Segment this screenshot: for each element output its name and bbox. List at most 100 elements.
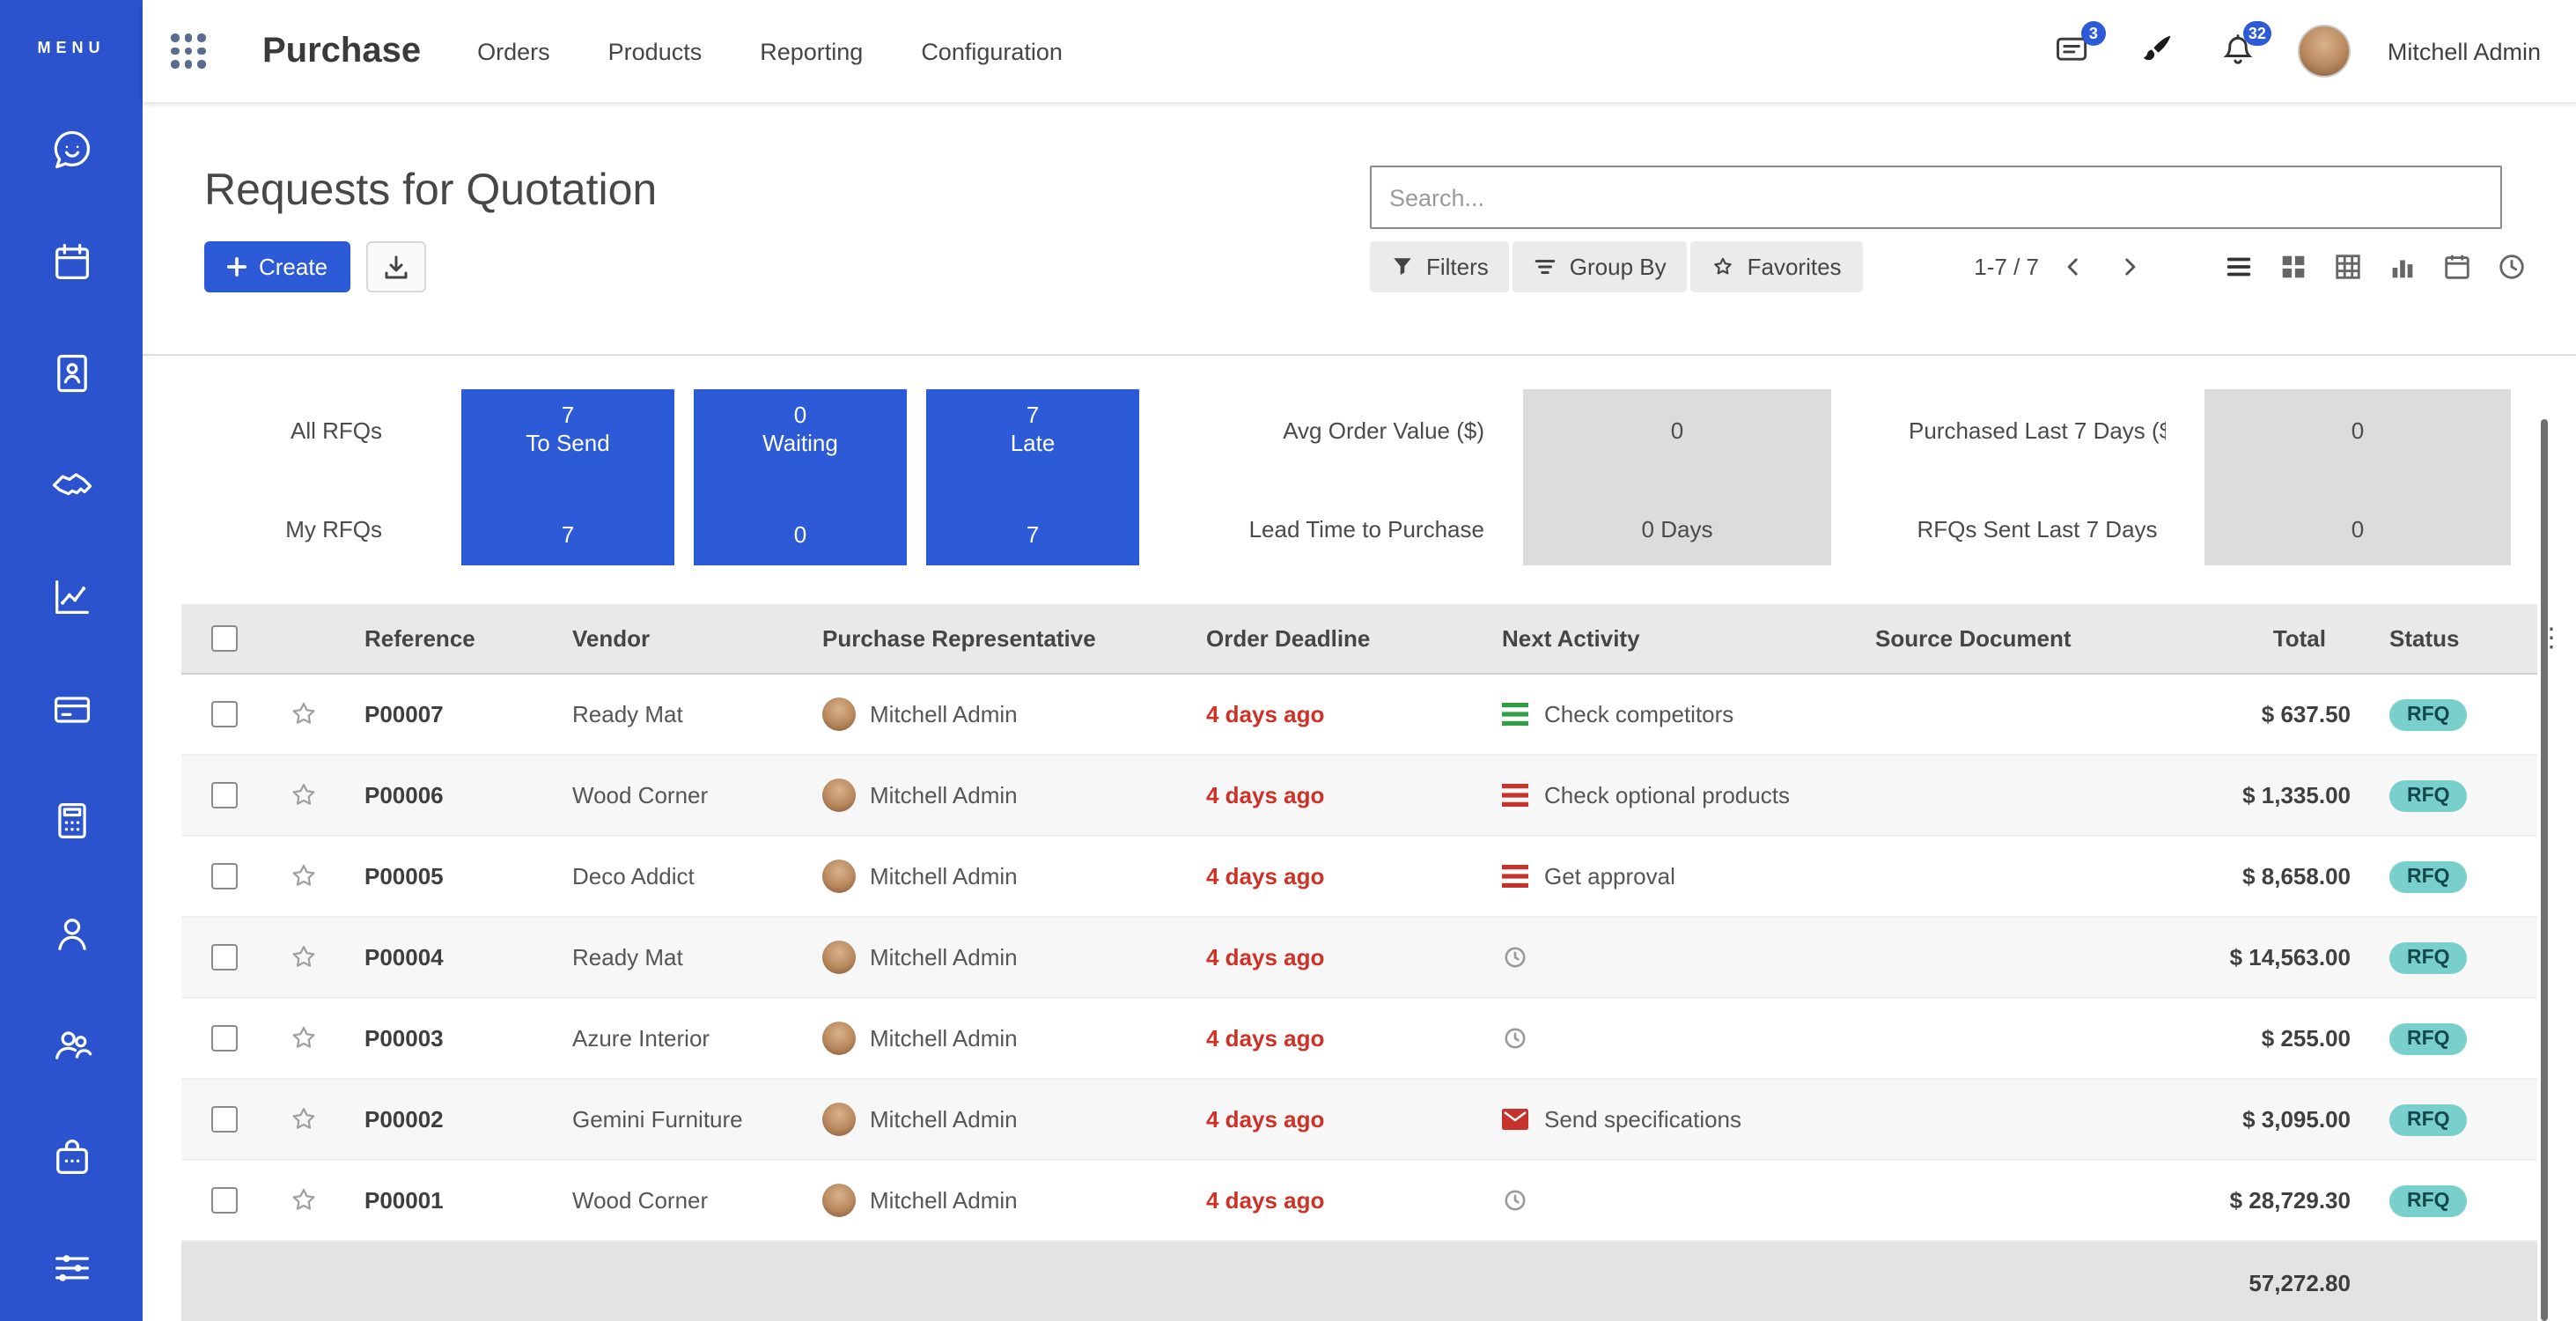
calendar-view-icon[interactable] <box>2430 241 2484 292</box>
table-row[interactable]: P00007 Ready Mat Mitchell Admin 4 days a… <box>181 675 2537 756</box>
rfq-reference: P00003 <box>340 1025 548 1052</box>
order-deadline: 4 days ago <box>1181 1187 1477 1214</box>
activity-label: Get approval <box>1544 863 1675 889</box>
scrollbar-thumb[interactable] <box>2541 419 2548 1321</box>
next-activity-cell[interactable]: Check competitors <box>1477 701 1851 727</box>
messages-icon[interactable]: 3 <box>2050 28 2095 74</box>
star-icon <box>1712 255 1735 278</box>
purchase-bag-icon[interactable] <box>48 1133 94 1179</box>
user-avatar[interactable] <box>2298 25 2351 77</box>
row-checkbox[interactable] <box>210 944 237 970</box>
row-checkbox[interactable] <box>210 1187 237 1214</box>
handshake-icon[interactable] <box>48 462 94 508</box>
team-icon[interactable] <box>48 1022 94 1067</box>
table-footer-row: 57,272.80 <box>181 1242 2537 1321</box>
nav-orders[interactable]: Orders <box>477 38 550 64</box>
user-icon[interactable] <box>48 910 94 956</box>
pager-next-button[interactable] <box>2106 244 2152 290</box>
next-activity-cell[interactable]: Get approval <box>1477 863 1851 889</box>
next-activity-cell[interactable] <box>1477 1027 1851 1050</box>
favorite-star-icon[interactable] <box>288 1104 318 1134</box>
pivot-view-icon[interactable] <box>2321 241 2375 292</box>
total-amount: $ 28,729.30 <box>2171 1187 2365 1214</box>
metric-labels-2: Purchased Last 7 Days ($) RFQs Sent Last… <box>1884 389 2166 565</box>
header-reference[interactable]: Reference <box>340 625 548 652</box>
row-checkbox[interactable] <box>210 782 237 808</box>
next-activity-cell[interactable]: Send specifications <box>1477 1106 1851 1133</box>
create-button[interactable]: Create <box>204 241 350 292</box>
tile-to-send[interactable]: 7To Send 7 <box>461 389 674 565</box>
header-vendor[interactable]: Vendor <box>548 625 798 652</box>
waiting-my-count: 0 <box>694 521 907 548</box>
select-all-checkbox[interactable] <box>210 625 237 652</box>
table-row[interactable]: P00006 Wood Corner Mitchell Admin 4 days… <box>181 756 2537 837</box>
kanban-view-icon[interactable] <box>2266 241 2321 292</box>
row-checkbox[interactable] <box>210 1025 237 1052</box>
header-status[interactable]: Status <box>2365 625 2537 652</box>
header-total[interactable]: Total <box>2171 625 2365 652</box>
table-row[interactable]: P00001 Wood Corner Mitchell Admin 4 days… <box>181 1161 2537 1242</box>
graph-view-icon[interactable] <box>2375 241 2430 292</box>
favorite-star-icon[interactable] <box>288 699 318 729</box>
calculator-icon[interactable] <box>48 798 94 844</box>
header-order-deadline[interactable]: Order Deadline <box>1181 625 1477 652</box>
clock-activity-icon <box>1502 1189 1528 1212</box>
status-badge: RFQ <box>2389 1022 2468 1054</box>
activity-view-icon[interactable] <box>2484 241 2539 292</box>
status-badge: RFQ <box>2389 1184 2468 1216</box>
rep-name: Mitchell Admin <box>870 1106 1018 1133</box>
next-activity-cell[interactable] <box>1477 1189 1851 1212</box>
user-name[interactable]: Mitchell Admin <box>2388 38 2541 64</box>
nav-configuration[interactable]: Configuration <box>921 38 1063 64</box>
order-deadline: 4 days ago <box>1181 944 1477 970</box>
favorite-star-icon[interactable] <box>288 780 318 810</box>
next-activity-cell[interactable] <box>1477 946 1851 969</box>
group-by-button[interactable]: Group By <box>1513 241 1688 292</box>
table-row[interactable]: P00002 Gemini Furniture Mitchell Admin 4… <box>181 1080 2537 1161</box>
purchased-last-7-days-value: 0 <box>2204 417 2511 444</box>
tile-waiting[interactable]: 0Waiting 0 <box>694 389 907 565</box>
favorite-star-icon[interactable] <box>288 861 318 891</box>
total-amount: $ 8,658.00 <box>2171 863 2365 889</box>
discuss-chat-icon[interactable] <box>48 127 94 173</box>
settings-sliders-icon[interactable] <box>48 1245 94 1291</box>
tasks-list-icon <box>1502 784 1528 807</box>
my-rfqs-filter[interactable]: My RFQs <box>178 516 382 542</box>
favorite-star-icon[interactable] <box>288 1023 318 1053</box>
filters-button[interactable]: Filters <box>1370 241 1510 292</box>
favorite-star-icon[interactable] <box>288 942 318 972</box>
search-input[interactable] <box>1370 166 2502 229</box>
rfqs-sent-last-7-days-label: RFQs Sent Last 7 Days <box>1909 516 2166 542</box>
header-purchase-representative[interactable]: Purchase Representative <box>798 625 1181 652</box>
header-next-activity[interactable]: Next Activity <box>1477 625 1851 652</box>
calendar-icon[interactable] <box>48 239 94 284</box>
purchase-representative-cell: Mitchell Admin <box>798 697 1181 731</box>
next-activity-cell[interactable]: Check optional products <box>1477 782 1851 808</box>
status-cell: RFQ <box>2365 698 2537 730</box>
waiting-caption: Waiting <box>694 428 907 458</box>
contacts-card-icon[interactable] <box>48 351 94 396</box>
pager-previous-button[interactable] <box>2050 244 2095 290</box>
theme-brush-icon[interactable] <box>2132 28 2178 74</box>
nav-products[interactable]: Products <box>608 38 703 64</box>
metric-tile-1: 0 0 Days <box>1523 389 1831 565</box>
credit-card-icon[interactable] <box>48 686 94 732</box>
apps-grid-icon[interactable] <box>167 30 210 72</box>
table-row[interactable]: P00004 Ready Mat Mitchell Admin 4 days a… <box>181 918 2537 999</box>
total-amount: $ 255.00 <box>2171 1025 2365 1052</box>
export-button[interactable] <box>366 241 426 292</box>
row-checkbox[interactable] <box>210 863 237 889</box>
table-row[interactable]: P00003 Azure Interior Mitchell Admin 4 d… <box>181 999 2537 1080</box>
row-checkbox[interactable] <box>210 701 237 727</box>
all-rfqs-filter[interactable]: All RFQs <box>178 417 382 444</box>
sales-chart-icon[interactable] <box>48 574 94 620</box>
row-checkbox[interactable] <box>210 1106 237 1133</box>
nav-reporting[interactable]: Reporting <box>760 38 863 64</box>
favorites-button[interactable]: Favorites <box>1691 241 1863 292</box>
tile-late[interactable]: 7Late 7 <box>926 389 1139 565</box>
favorite-star-icon[interactable] <box>288 1185 318 1215</box>
list-view-icon[interactable] <box>2212 241 2266 292</box>
table-row[interactable]: P00005 Deco Addict Mitchell Admin 4 days… <box>181 837 2537 918</box>
header-source-document[interactable]: Source Document <box>1851 625 2171 652</box>
notifications-bell-icon[interactable]: 32 <box>2215 28 2261 74</box>
